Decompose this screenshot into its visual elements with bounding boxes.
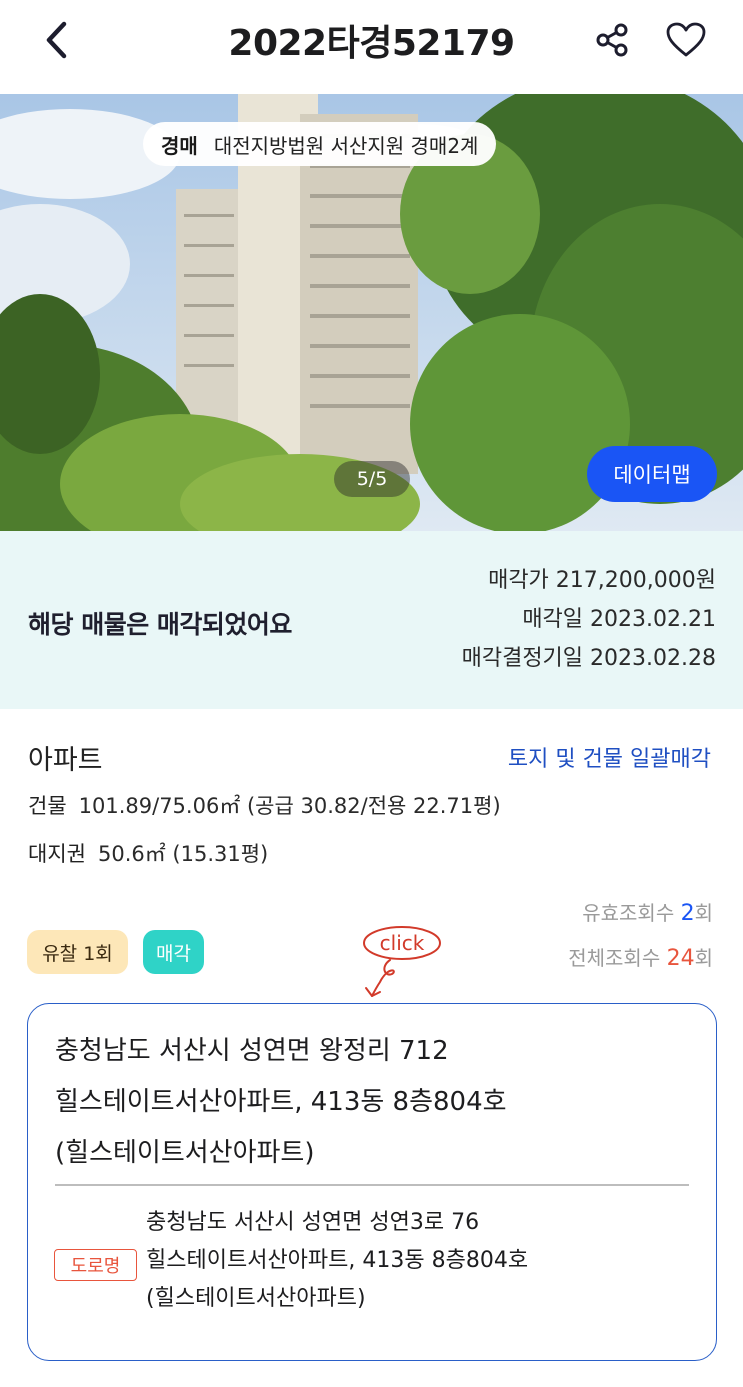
valid-views-label: 유효조회수 xyxy=(582,901,675,925)
bulk-sale-link[interactable]: 토지 및 건물 일괄매각 xyxy=(508,741,711,773)
road-address-line2: 힐스테이트서산아파트, 413동 8층804호 xyxy=(146,1248,529,1273)
total-views-label: 전체조회수 xyxy=(568,946,661,970)
click-annotation: click xyxy=(363,926,441,997)
lot-address: 충청남도 서산시 성연면 왕정리 712 힐스테이트서산아파트, 413동 8층… xyxy=(55,1026,507,1179)
photo-counter: 5/5 xyxy=(334,461,410,497)
heart-outline-icon xyxy=(666,22,706,57)
lot-address-line1: 충청남도 서산시 성연면 왕정리 712 xyxy=(55,1036,449,1066)
road-address-line1: 충청남도 서산시 성연면 성연3로 76 xyxy=(146,1210,480,1235)
court-info-pill: 경매 대전지방법원 서산지원 경매2계 xyxy=(143,122,497,166)
building-area-row: 건물 101.89/75.06㎡ (공급 30.82/전용 22.71평) xyxy=(28,790,501,820)
valid-views-count: 2 xyxy=(680,901,695,926)
failed-bid-chip: 유찰 1회 xyxy=(27,930,128,974)
valid-views-unit: 회 xyxy=(694,901,713,925)
sale-details: 매각가 217,200,000원 매각일 2023.02.21 매각결정기일 2… xyxy=(462,561,716,678)
share-button[interactable] xyxy=(590,20,634,60)
court-name: 대전지방법원 서산지원 경매2계 xyxy=(213,133,479,158)
sale-date: 매각일 2023.02.21 xyxy=(522,607,716,632)
total-views-unit: 회 xyxy=(694,946,713,970)
sold-status-chip: 매각 xyxy=(143,930,204,974)
sale-decision-date: 매각결정기일 2023.02.28 xyxy=(461,646,716,671)
road-address-tag: 도로명 xyxy=(54,1249,137,1281)
land-label: 대지권 xyxy=(28,842,86,866)
building-area-value: 101.89/75.06㎡ (공급 30.82/전용 22.71평) xyxy=(78,794,501,818)
total-views-count: 24 xyxy=(666,946,695,971)
land-area-value: 50.6㎡ (15.31평) xyxy=(97,842,269,866)
property-photo[interactable]: 경매 대전지방법원 서산지원 경매2계 5/5 데이터맵 xyxy=(0,94,743,531)
favorite-button[interactable] xyxy=(662,18,710,62)
sold-message: 해당 매물은 매각되었어요 xyxy=(28,610,292,639)
property-type: 아파트 xyxy=(28,745,103,776)
sale-price: 매각가 217,200,000원 xyxy=(488,568,716,593)
road-address-line3: (힐스테이트서산아파트) xyxy=(146,1286,366,1311)
address-card[interactable]: 충청남도 서산시 성연면 왕정리 712 힐스테이트서산아파트, 413동 8층… xyxy=(27,1003,717,1361)
share-icon xyxy=(596,23,628,57)
auction-tag: 경매 xyxy=(161,133,198,158)
sold-banner: 해당 매물은 매각되었어요 매각가 217,200,000원 매각일 2023.… xyxy=(0,531,743,709)
lot-address-line2: 힐스테이트서산아파트, 413동 8층804호 xyxy=(55,1087,507,1117)
land-area-row: 대지권 50.6㎡ (15.31평) xyxy=(28,838,268,868)
address-divider xyxy=(55,1184,689,1186)
datamap-button[interactable]: 데이터맵 xyxy=(587,446,717,502)
lot-address-line3: (힐스테이트서산아파트) xyxy=(55,1138,315,1168)
valid-views: 유효조회수 2회 xyxy=(582,897,713,926)
app-header: 2022타경52179 xyxy=(0,0,743,94)
click-annotation-text: click xyxy=(380,931,425,955)
road-address: 충청남도 서산시 성연면 성연3로 76 힐스테이트서산아파트, 413동 8층… xyxy=(146,1204,528,1318)
building-label: 건물 xyxy=(28,794,67,818)
total-views: 전체조회수 24회 xyxy=(568,942,713,971)
